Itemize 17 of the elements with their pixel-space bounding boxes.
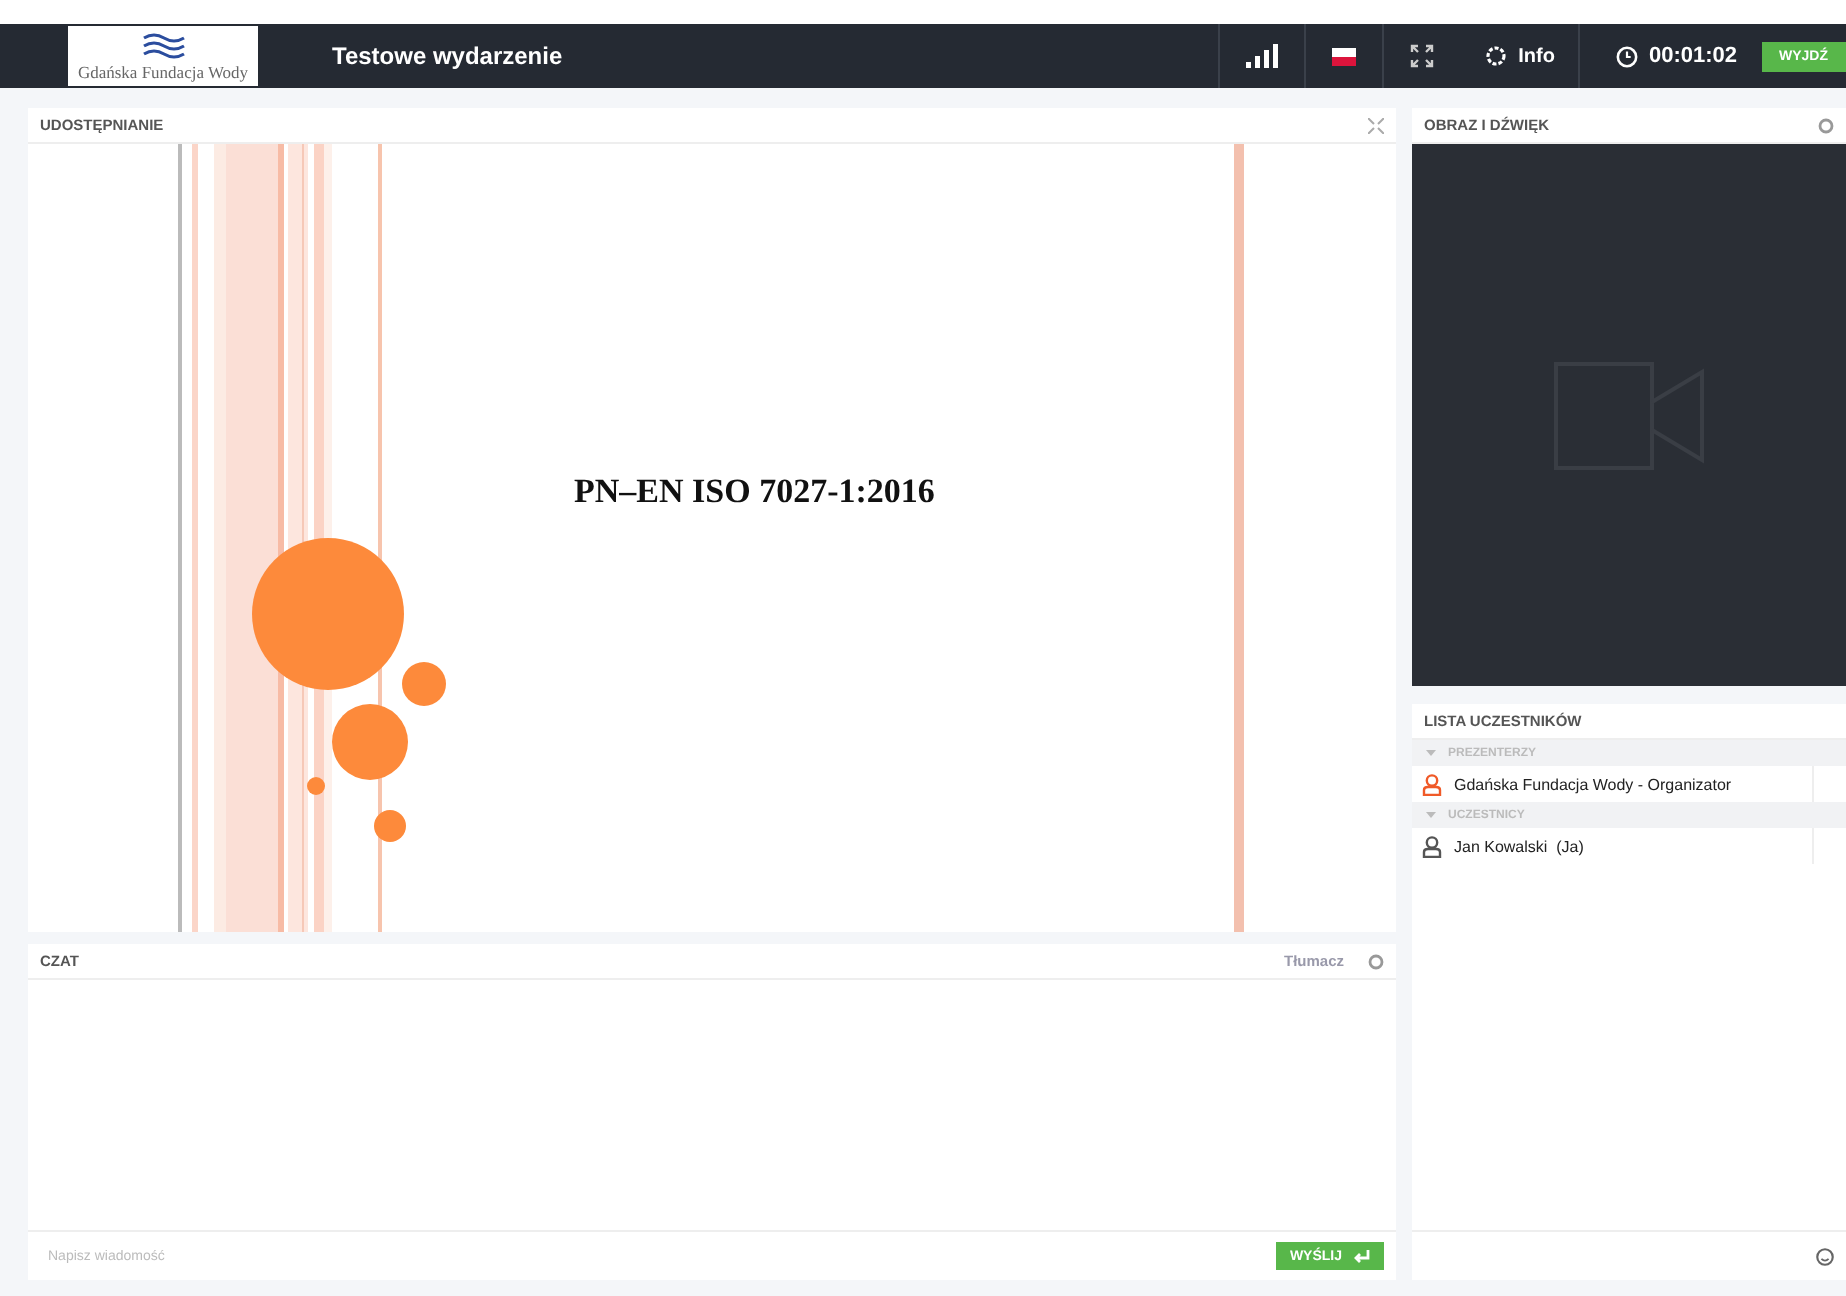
- flag-icon[interactable]: [1332, 47, 1357, 65]
- info-button[interactable]: Info: [1460, 24, 1579, 88]
- clock-icon: [1616, 45, 1639, 67]
- waves-icon: [141, 32, 185, 60]
- enter-icon: [1352, 1249, 1370, 1263]
- settings-icon[interactable]: [1818, 117, 1834, 133]
- timer: 00:01:02: [1648, 44, 1737, 68]
- event-title: Testowe wydarzenie: [332, 42, 563, 70]
- logo-text: Gdańska Fundacja Wody: [77, 62, 249, 82]
- participant-item[interactable]: Jan Kowalski (Ja): [1412, 828, 1814, 864]
- fullscreen-icon[interactable]: [1410, 44, 1435, 68]
- person-icon: [1422, 835, 1442, 857]
- signal-icon: [1246, 44, 1279, 68]
- smiley-icon[interactable]: [1816, 1247, 1834, 1265]
- slide-title: PN–EN ISO 7027-1:2016: [574, 472, 935, 512]
- settings-icon[interactable]: [1368, 953, 1384, 969]
- person-icon: [1422, 773, 1442, 795]
